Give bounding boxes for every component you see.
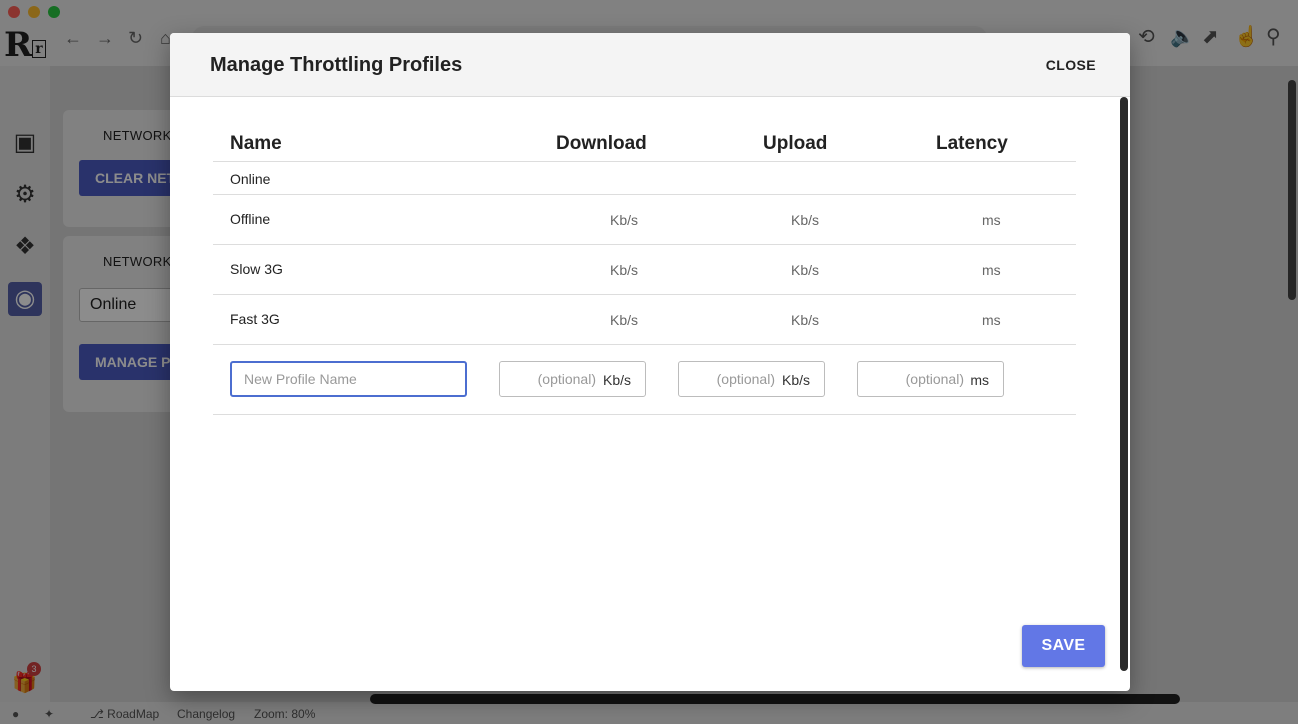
upload-input[interactable] (687, 362, 775, 396)
upload-unit: Kb/s (791, 212, 820, 228)
upload-field-unit: Kb/s (781, 372, 810, 388)
dialog-scrollbar[interactable] (1120, 97, 1128, 671)
download-unit: Kb/s (610, 262, 639, 278)
new-profile-row: Kb/s Kb/s ms (213, 345, 1076, 415)
latency-field-unit: ms (970, 372, 989, 388)
upload-unit: Kb/s (791, 312, 820, 328)
save-button[interactable]: SAVE (1022, 625, 1105, 667)
column-name: Name (230, 133, 282, 154)
table-row: Online (213, 162, 1076, 195)
upload-unit: Kb/s (791, 262, 820, 278)
latency-unit: ms (982, 312, 1001, 328)
profile-name: Offline (230, 211, 271, 227)
profile-name: Online (230, 171, 271, 187)
table-header: Name Download Upload Latency (213, 127, 1076, 162)
latency-field[interactable]: ms (857, 361, 1004, 397)
column-upload: Upload (763, 133, 828, 154)
dialog-header: Manage Throttling Profiles CLOSE (170, 33, 1130, 97)
new-profile-name-input[interactable] (244, 363, 459, 395)
profile-name: Slow 3G (230, 261, 283, 277)
latency-input[interactable] (866, 362, 964, 396)
download-field[interactable]: Kb/s (499, 361, 646, 397)
download-input[interactable] (508, 362, 596, 396)
latency-unit: ms (982, 212, 1001, 228)
dialog-title: Manage Throttling Profiles (210, 54, 463, 76)
table-row: Slow 3G Kb/s Kb/s ms (213, 245, 1076, 295)
latency-unit: ms (982, 262, 1001, 278)
column-latency: Latency (936, 133, 1008, 154)
column-download: Download (556, 133, 647, 154)
profiles-table: Name Download Upload Latency Online Offl… (213, 127, 1076, 415)
close-button[interactable]: CLOSE (1046, 57, 1096, 73)
download-field-unit: Kb/s (602, 372, 631, 388)
manage-throttling-dialog: Manage Throttling Profiles CLOSE Name Do… (170, 33, 1130, 691)
profile-name: Fast 3G (230, 311, 280, 327)
upload-field[interactable]: Kb/s (678, 361, 825, 397)
new-profile-name-field[interactable] (230, 361, 467, 397)
download-unit: Kb/s (610, 312, 639, 328)
table-row: Fast 3G Kb/s Kb/s ms (213, 295, 1076, 345)
download-unit: Kb/s (610, 212, 639, 228)
table-row: Offline Kb/s Kb/s ms (213, 195, 1076, 245)
